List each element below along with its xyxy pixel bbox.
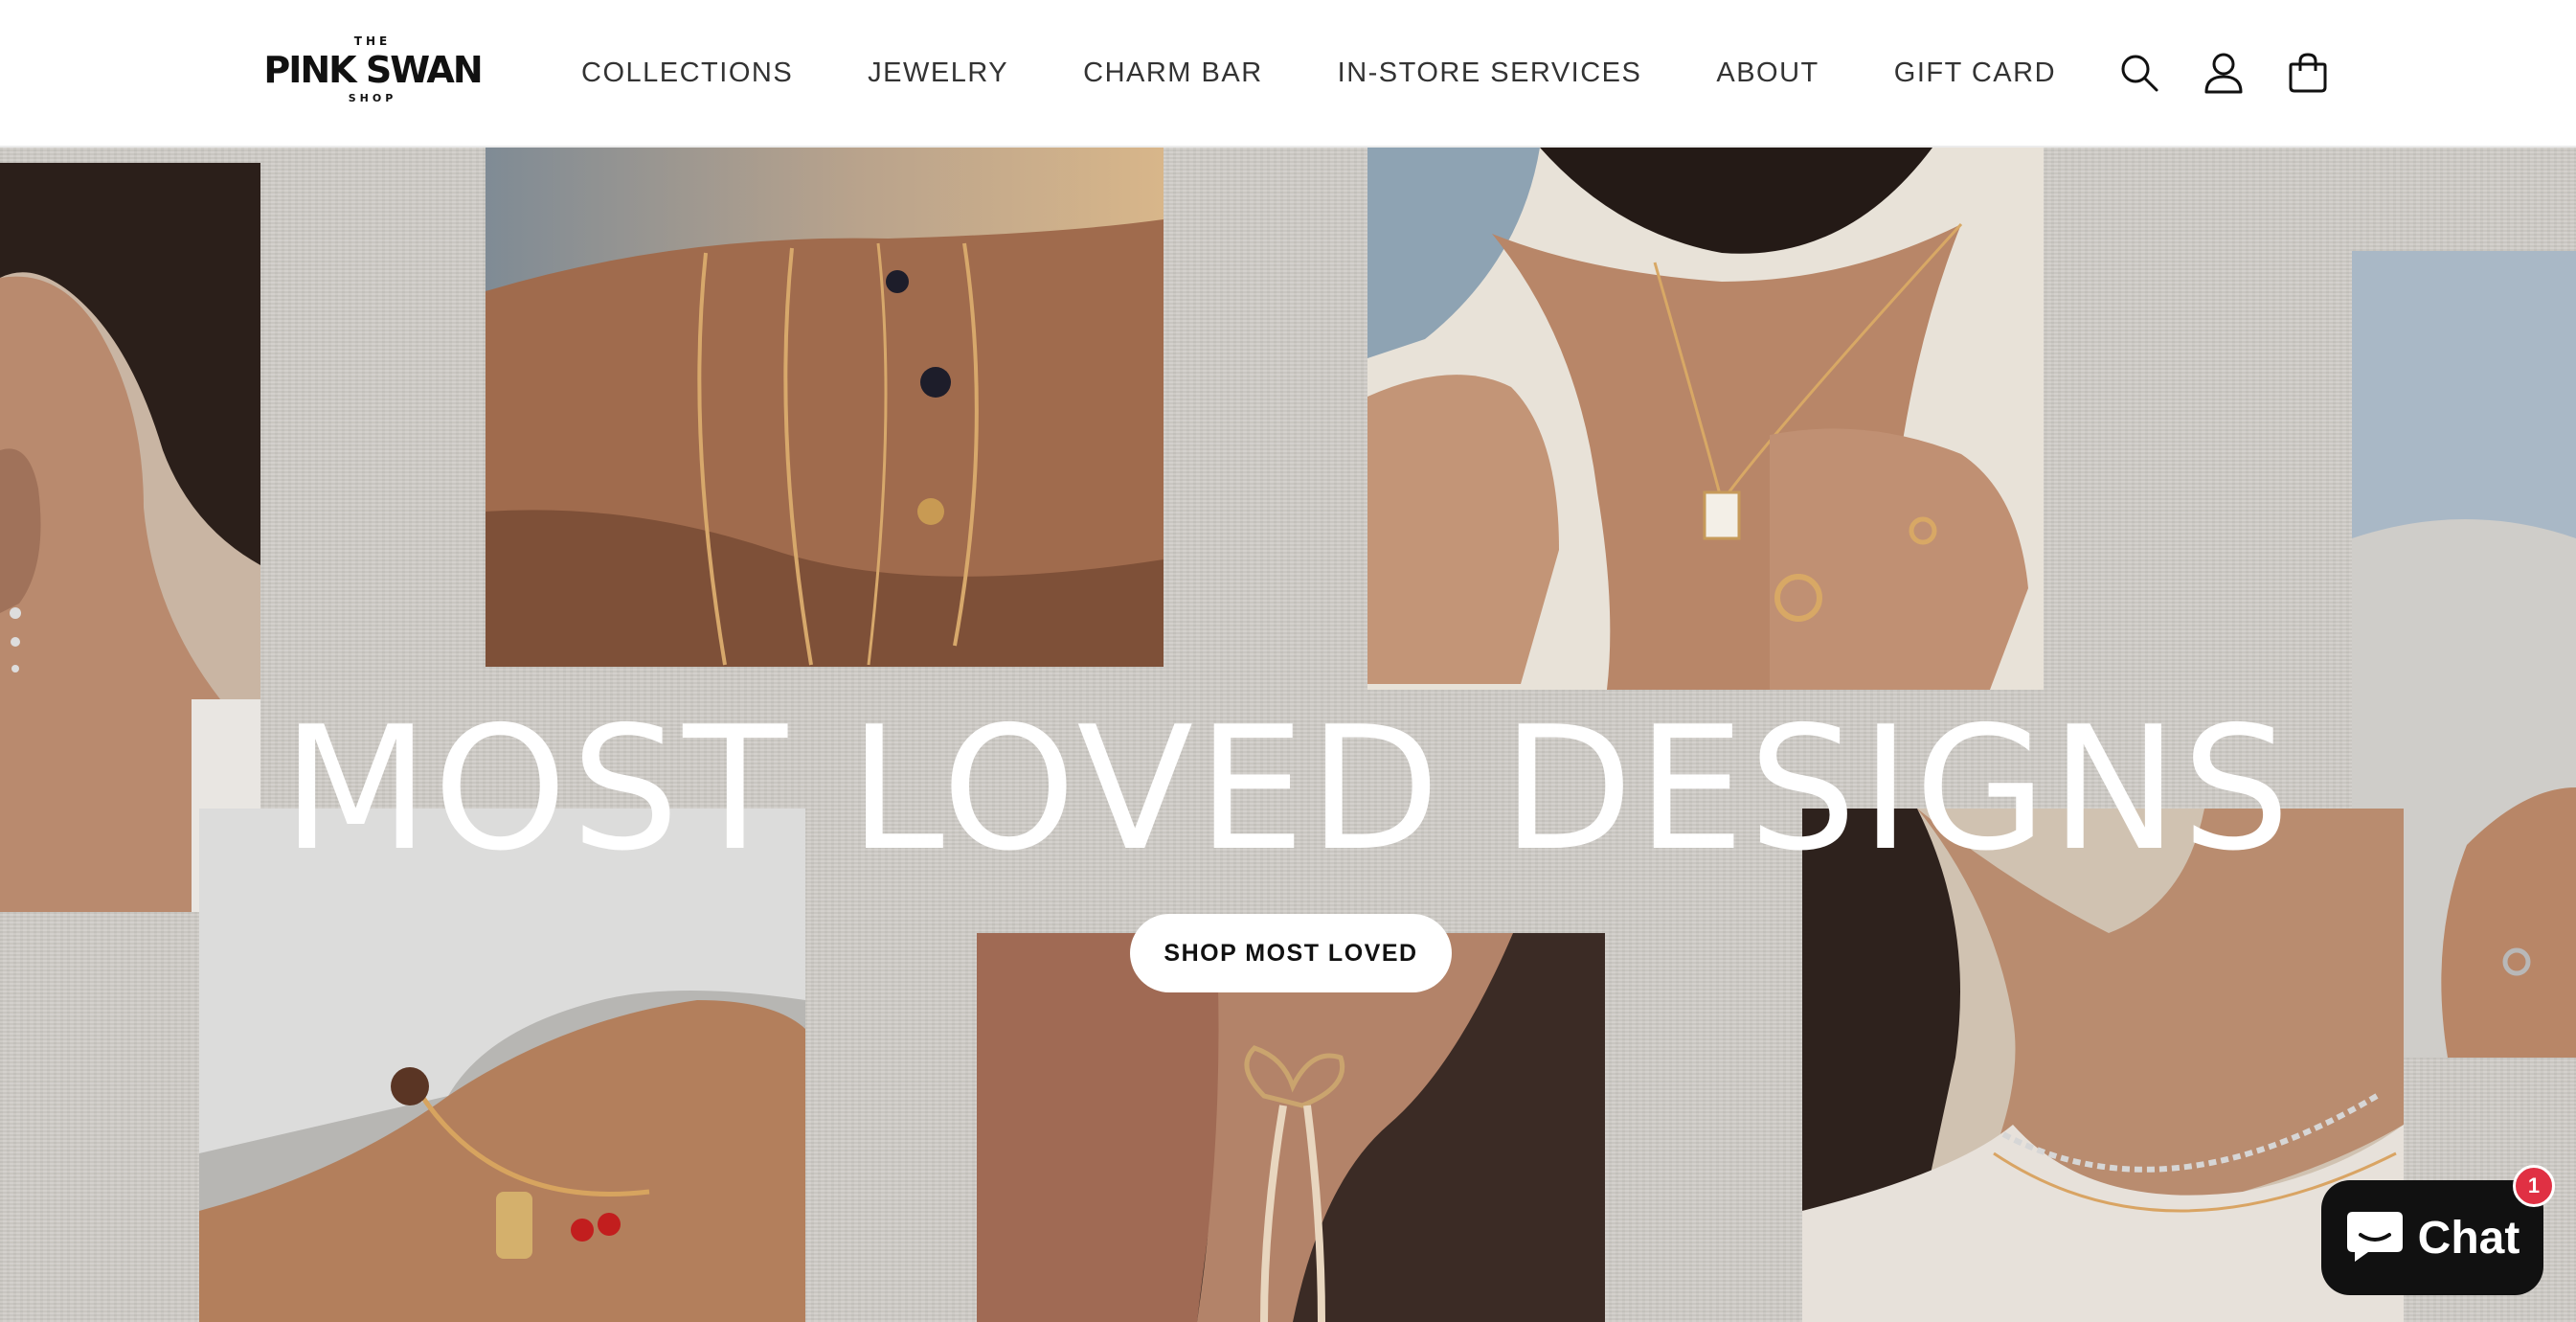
nav-item-jewelry[interactable]: JEWELRY: [868, 57, 1008, 89]
shop-most-loved-button[interactable]: SHOP MOST LOVED: [1130, 914, 1452, 992]
site-header: THE PINK SWAN SHOP COLLECTIONS JEWELRY C…: [0, 0, 2576, 148]
chat-label: Chat: [2417, 1212, 2520, 1264]
chat-button[interactable]: Chat: [2321, 1180, 2543, 1295]
account-icon[interactable]: [2195, 44, 2252, 102]
nav-item-charm-bar[interactable]: CHARM BAR: [1083, 57, 1263, 89]
hero-title: MOST LOVED DESIGNS: [282, 690, 2294, 888]
nav-item-gift-card[interactable]: GIFT CARD: [1894, 57, 2056, 89]
brand-logo-the: THE: [353, 34, 392, 48]
search-icon[interactable]: [2111, 44, 2168, 102]
photo-initial-necklace: [1367, 148, 2044, 690]
nav-item-in-store-services[interactable]: IN-STORE SERVICES: [1338, 57, 1642, 89]
brand-logo-shop: SHOP: [348, 92, 397, 104]
nav-item-collections[interactable]: COLLECTIONS: [581, 57, 793, 89]
nav-item-about[interactable]: ABOUT: [1716, 57, 1819, 89]
main-nav: COLLECTIONS JEWELRY CHARM BAR IN-STORE S…: [581, 0, 2131, 146]
brand-logo-name: PINK SWAN: [263, 49, 483, 91]
cart-icon[interactable]: [2279, 44, 2337, 102]
brand-logo[interactable]: THE PINK SWAN SHOP: [262, 34, 483, 113]
header-icons: [2084, 44, 2337, 102]
hero-banner: MOST LOVED DESIGNS SHOP MOST LOVED: [0, 148, 2576, 1322]
photo-layered-bracelets: [486, 148, 1164, 667]
chat-bubble-icon: [2345, 1208, 2405, 1268]
chat-notification-badge: 1: [2513, 1165, 2555, 1207]
